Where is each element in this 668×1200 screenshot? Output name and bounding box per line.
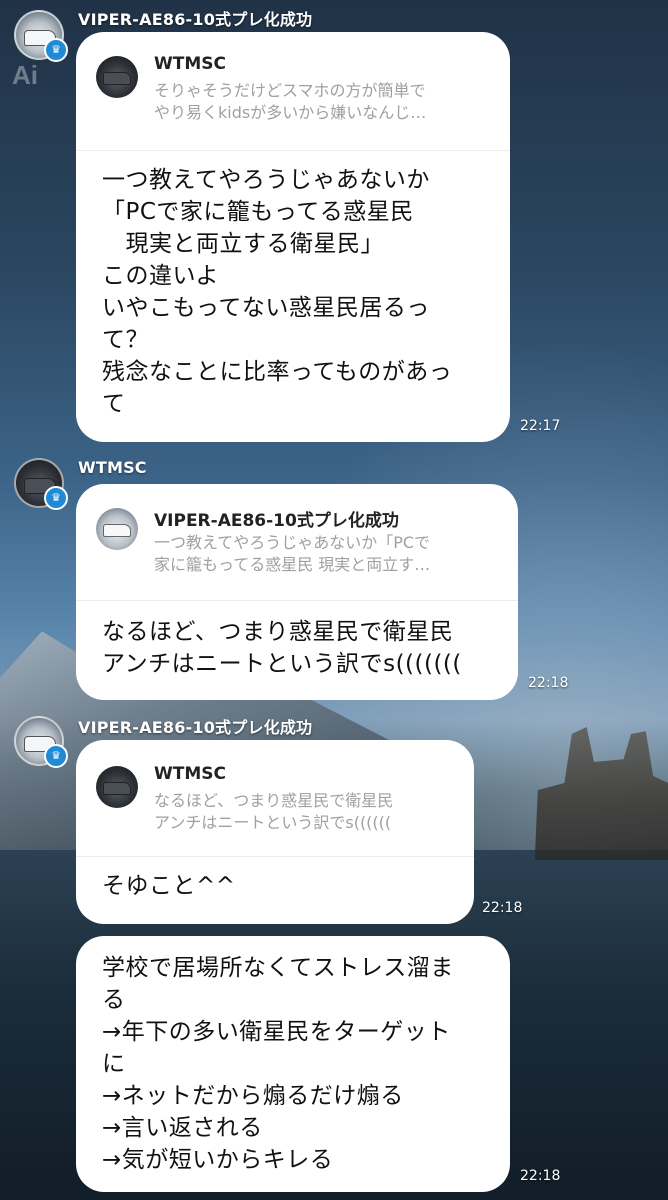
reply-sender-name: WTMSC: [154, 54, 226, 74]
message-time: 22:17: [520, 418, 561, 434]
car-avatar-icon: [103, 782, 131, 795]
message-text: 学校で居場所なくてストレス溜ま る →年下の多い衛星民をターゲット に →ネット…: [102, 955, 454, 1173]
reply-quote[interactable]: WTMSC なるほど、つまり惑星民で衛星民 アンチはニートという訳でs(((((…: [96, 764, 454, 844]
reply-divider: [76, 856, 474, 857]
car-avatar-icon: [103, 72, 131, 85]
reply-preview-text: そりゃそうだけどスマホの方が簡単で やり易くkidsが多いから嫌いなんじ…: [154, 81, 427, 122]
background-ship: [534, 727, 668, 860]
message-time: 22:18: [520, 1168, 561, 1184]
car-avatar-icon: [103, 524, 131, 537]
sender-avatar[interactable]: ♛: [14, 716, 68, 768]
message-bubble[interactable]: 学校で居場所なくてストレス溜ま る →年下の多い衛星民をターゲット に →ネット…: [76, 936, 510, 1192]
background-watermark: Ai: [12, 60, 38, 90]
sender-name[interactable]: WTMSC: [78, 458, 147, 477]
reply-preview-text: なるほど、つまり惑星民で衛星民 アンチはニートという訳でs((((((: [154, 791, 394, 832]
sender-avatar[interactable]: ♛: [14, 458, 68, 510]
sender-name[interactable]: VIPER-AE86-10式プレ化成功: [78, 6, 312, 30]
message-text: そゆこと^^: [102, 873, 236, 899]
message-bubble[interactable]: WTMSC そりゃそうだけどスマホの方が簡単で やり易くkidsが多いから嫌いな…: [76, 32, 510, 442]
message-bubble[interactable]: VIPER-AE86-10式プレ化成功 一つ教えてやろうじゃあないか「PCで 家…: [76, 484, 518, 700]
crown-badge-icon: ♛: [44, 486, 68, 510]
reply-quote[interactable]: WTMSC そりゃそうだけどスマホの方が簡単で やり易くkidsが多いから嫌いな…: [96, 54, 490, 134]
reply-quote[interactable]: VIPER-AE86-10式プレ化成功 一つ教えてやろうじゃあないか「PCで 家…: [96, 506, 498, 586]
reply-preview-text: 一つ教えてやろうじゃあないか「PCで 家に籠もってる惑星民 現実と両立す…: [154, 533, 431, 574]
message-time: 22:18: [528, 675, 569, 691]
reply-sender-name: WTMSC: [154, 764, 226, 784]
reply-sender-name: VIPER-AE86-10式プレ化成功: [154, 511, 399, 531]
message-time: 22:18: [482, 900, 523, 916]
crown-badge-icon: ♛: [44, 744, 68, 768]
message-bubble[interactable]: WTMSC なるほど、つまり惑星民で衛星民 アンチはニートという訳でs(((((…: [76, 740, 474, 924]
sender-avatar[interactable]: ♛: [14, 10, 68, 62]
reply-avatar: [96, 56, 138, 98]
sender-name[interactable]: VIPER-AE86-10式プレ化成功: [78, 714, 312, 738]
crown-badge-icon: ♛: [44, 38, 68, 62]
reply-divider: [76, 150, 510, 151]
reply-avatar: [96, 508, 138, 550]
message-text: なるほど、つまり惑星民で衛星民 アンチはニートという訳でs(((((((: [102, 619, 462, 677]
reply-avatar: [96, 766, 138, 808]
reply-divider: [76, 600, 518, 601]
message-text: 一つ教えてやろうじゃあないか 「PCで家に籠もってる惑星民 現実と両立する衛星民…: [102, 167, 453, 417]
